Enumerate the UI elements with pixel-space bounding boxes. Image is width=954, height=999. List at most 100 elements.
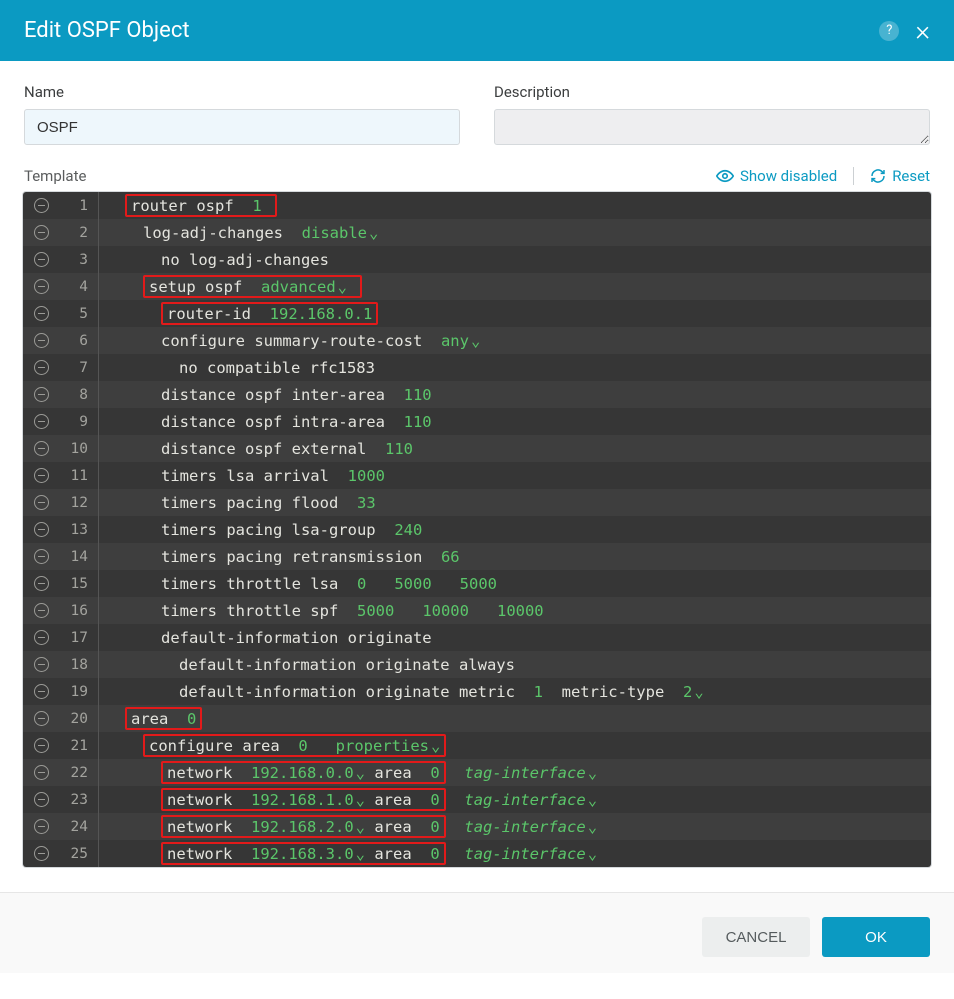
editor-line[interactable]: 21 configure area 0 properties⌄ (23, 732, 931, 759)
code-value[interactable]: 66 (441, 548, 460, 566)
collapse-icon[interactable] (23, 792, 59, 807)
collapse-icon[interactable] (23, 225, 59, 240)
editor-line[interactable]: 3 no log-adj-changes (23, 246, 931, 273)
collapse-icon[interactable] (23, 549, 59, 564)
chevron-down-icon[interactable]: ⌄ (694, 683, 703, 701)
editor-line[interactable]: 16 timers throttle spf 5000 10000 10000 (23, 597, 931, 624)
code-value[interactable]: 2 (683, 683, 692, 701)
chevron-down-icon[interactable]: ⌄ (588, 818, 597, 836)
code-value[interactable]: 192.168.2.0 (251, 818, 354, 836)
editor-line[interactable]: 24 network 192.168.2.0⌄ area 0 tag-inter… (23, 813, 931, 840)
code-value[interactable]: 0 (430, 791, 439, 809)
chevron-down-icon[interactable]: ⌄ (356, 764, 365, 782)
show-disabled-link[interactable]: Show disabled (716, 167, 837, 185)
code-value[interactable]: 0 (357, 575, 366, 593)
editor-line[interactable]: 15 timers throttle lsa 0 5000 5000 (23, 570, 931, 597)
collapse-icon[interactable] (23, 846, 59, 861)
code-value[interactable]: 0 (298, 737, 307, 755)
editor-line[interactable]: 25 network 192.168.3.0⌄ area 0 tag-inter… (23, 840, 931, 867)
code-value[interactable]: 192.168.1.0 (251, 791, 354, 809)
editor-line[interactable]: 11 timers lsa arrival 1000 (23, 462, 931, 489)
chevron-down-icon[interactable]: ⌄ (431, 737, 440, 755)
code-value[interactable]: 110 (385, 440, 413, 458)
editor-line[interactable]: 9 distance ospf intra-area 110 (23, 408, 931, 435)
collapse-icon[interactable] (23, 711, 59, 726)
chevron-down-icon[interactable]: ⌄ (588, 845, 597, 863)
collapse-icon[interactable] (23, 576, 59, 591)
collapse-icon[interactable] (23, 603, 59, 618)
collapse-icon[interactable] (23, 360, 59, 375)
editor-line[interactable]: 4 setup ospf advanced⌄ (23, 273, 931, 300)
collapse-icon[interactable] (23, 387, 59, 402)
chevron-down-icon[interactable]: ⌄ (471, 332, 480, 350)
editor-line[interactable]: 17 default-information originate (23, 624, 931, 651)
code-value[interactable]: any (441, 332, 469, 350)
editor-line[interactable]: 18 default-information originate always (23, 651, 931, 678)
editor-line[interactable]: 7 no compatible rfc1583 (23, 354, 931, 381)
collapse-icon[interactable] (23, 198, 59, 213)
code-value[interactable]: advanced (261, 278, 336, 296)
collapse-icon[interactable] (23, 684, 59, 699)
editor-line[interactable]: 23 network 192.168.1.0⌄ area 0 tag-inter… (23, 786, 931, 813)
code-value[interactable]: 5000 (460, 575, 497, 593)
code-value[interactable]: 192.168.0.1 (270, 305, 373, 323)
chevron-down-icon[interactable]: ⌄ (338, 278, 347, 296)
code-value[interactable]: 0 (430, 764, 439, 782)
editor-line[interactable]: 19 default-information originate metric … (23, 678, 931, 705)
chevron-down-icon[interactable]: ⌄ (356, 845, 365, 863)
collapse-icon[interactable] (23, 252, 59, 267)
collapse-icon[interactable] (23, 738, 59, 753)
code-value[interactable]: 33 (357, 494, 376, 512)
editor-line[interactable]: 20 area 0 (23, 705, 931, 732)
chevron-down-icon[interactable]: ⌄ (356, 818, 365, 836)
code-value[interactable]: 1000 (348, 467, 385, 485)
collapse-icon[interactable] (23, 468, 59, 483)
editor-line[interactable]: 13 timers pacing lsa-group 240 (23, 516, 931, 543)
collapse-icon[interactable] (23, 657, 59, 672)
collapse-icon[interactable] (23, 441, 59, 456)
code-value[interactable]: 0 (187, 710, 196, 728)
code-value[interactable]: 110 (404, 413, 432, 431)
editor-line[interactable]: 14 timers pacing retransmission 66 (23, 543, 931, 570)
collapse-icon[interactable] (23, 630, 59, 645)
editor-line[interactable]: 1 router ospf 1 (23, 192, 931, 219)
chevron-down-icon[interactable]: ⌄ (588, 791, 597, 809)
collapse-icon[interactable] (23, 765, 59, 780)
collapse-icon[interactable] (23, 495, 59, 510)
cancel-button[interactable]: CANCEL (702, 917, 810, 957)
editor-line[interactable]: 22 network 192.168.0.0⌄ area 0 tag-inter… (23, 759, 931, 786)
collapse-icon[interactable] (23, 306, 59, 321)
editor-line[interactable]: 10 distance ospf external 110 (23, 435, 931, 462)
code-value[interactable]: 10000 (422, 602, 469, 620)
collapse-icon[interactable] (23, 279, 59, 294)
code-value[interactable]: 240 (394, 521, 422, 539)
chevron-down-icon[interactable]: ⌄ (369, 224, 378, 242)
tag-interface-label[interactable]: tag-interface (464, 845, 585, 863)
code-value[interactable]: 5000 (394, 575, 431, 593)
description-input[interactable] (494, 109, 930, 145)
code-value[interactable]: 1 (252, 197, 261, 215)
collapse-icon[interactable] (23, 819, 59, 834)
chevron-down-icon[interactable]: ⌄ (588, 764, 597, 782)
chevron-down-icon[interactable]: ⌄ (356, 791, 365, 809)
code-value[interactable]: 1 (534, 683, 543, 701)
reset-link[interactable]: Reset (870, 167, 930, 185)
code-value[interactable]: 0 (430, 845, 439, 863)
code-value[interactable]: disable (302, 224, 367, 242)
collapse-icon[interactable] (23, 333, 59, 348)
editor-line[interactable]: 12 timers pacing flood 33 (23, 489, 931, 516)
editor-line[interactable]: 6 configure summary-route-cost any⌄ (23, 327, 931, 354)
code-value[interactable]: 10000 (497, 602, 544, 620)
collapse-icon[interactable] (23, 414, 59, 429)
ok-button[interactable]: OK (822, 917, 930, 957)
editor-line[interactable]: 2 log-adj-changes disable⌄ (23, 219, 931, 246)
code-value[interactable]: 5000 (357, 602, 394, 620)
tag-interface-label[interactable]: tag-interface (464, 764, 585, 782)
code-value[interactable]: 192.168.3.0 (251, 845, 354, 863)
editor-line[interactable]: 5 router-id 192.168.0.1 (23, 300, 931, 327)
editor-line[interactable]: 8 distance ospf inter-area 110 (23, 381, 931, 408)
tag-interface-label[interactable]: tag-interface (464, 791, 585, 809)
help-icon[interactable]: ? (879, 21, 899, 41)
code-value[interactable]: properties (336, 737, 429, 755)
code-value[interactable]: 110 (404, 386, 432, 404)
